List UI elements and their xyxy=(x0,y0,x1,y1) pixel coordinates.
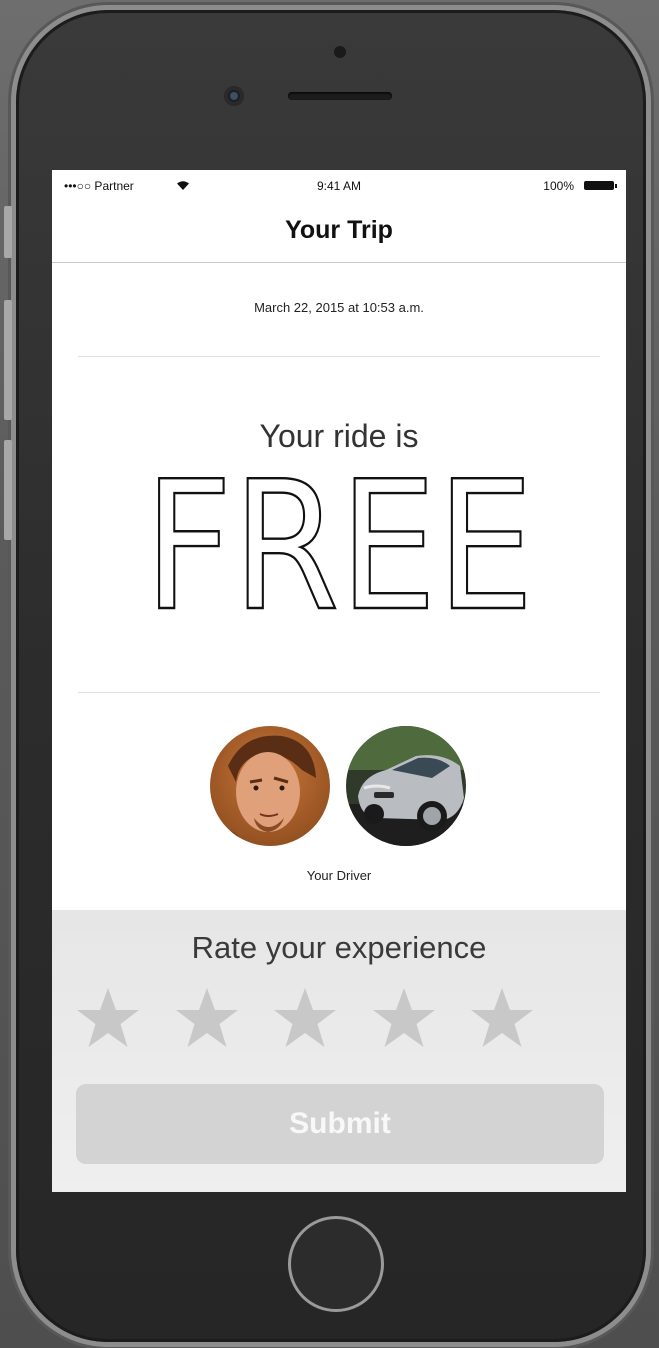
divider xyxy=(78,692,600,693)
home-button[interactable] xyxy=(288,1216,384,1312)
rating-panel: Rate your experience Submit xyxy=(52,910,626,1192)
star-icon-1[interactable] xyxy=(75,986,141,1052)
trip-date: March 22, 2015 at 10:53 a.m. xyxy=(254,300,424,315)
battery-percent: 100% xyxy=(543,179,574,193)
earpiece-speaker xyxy=(288,92,392,100)
rate-label: Rate your experience xyxy=(191,930,487,965)
star-icon-3[interactable] xyxy=(272,986,338,1052)
status-bar: •••○○ Partner 9:41 AM 100% xyxy=(52,170,626,200)
proximity-sensor xyxy=(334,46,346,58)
status-time: 9:41 AM xyxy=(316,179,362,193)
fare-amount: FREE xyxy=(143,442,535,618)
front-camera-icon xyxy=(224,86,244,106)
volume-down-button xyxy=(4,440,12,540)
fare-text: FREE xyxy=(144,443,534,618)
star-icon-4[interactable] xyxy=(371,986,437,1052)
volume-up-button xyxy=(4,300,12,420)
driver-avatar[interactable] xyxy=(210,726,330,846)
star-icon-5[interactable] xyxy=(469,986,535,1052)
mute-switch xyxy=(4,206,12,258)
submit-button[interactable]: Submit xyxy=(76,1084,604,1164)
divider xyxy=(78,356,600,357)
page-title: Your Trip xyxy=(285,216,393,244)
driver-label: Your Driver xyxy=(306,868,372,883)
vehicle-avatar[interactable] xyxy=(346,726,466,846)
battery-icon xyxy=(584,181,617,190)
star-icon-2[interactable] xyxy=(174,986,240,1052)
nav-bar: Your Trip xyxy=(52,200,626,263)
app-screen: •••○○ Partner 9:41 AM 100% Your Trip Mar… xyxy=(52,170,626,1192)
star-rating xyxy=(52,986,626,1052)
